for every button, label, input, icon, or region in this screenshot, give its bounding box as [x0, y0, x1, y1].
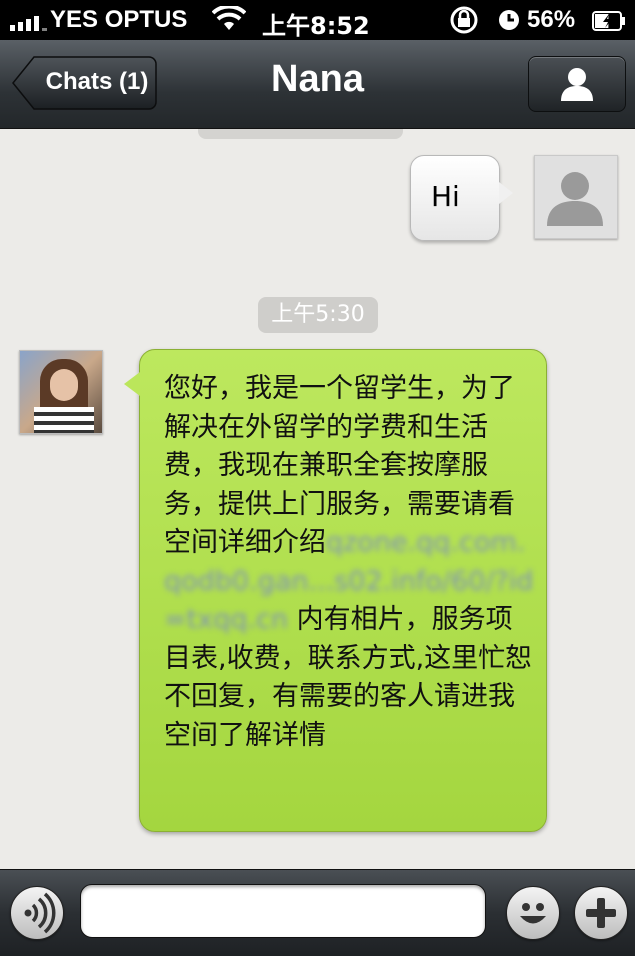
input-bar	[0, 869, 635, 956]
battery-charging-icon	[592, 10, 625, 31]
voice-button[interactable]	[10, 886, 64, 940]
rotation-lock-icon	[448, 6, 480, 41]
battery-percent: 56%	[527, 6, 576, 33]
chat-title: Nana	[271, 58, 364, 100]
status-bar: YES OPTUS 上午8:52 56%	[0, 0, 635, 40]
my-avatar[interactable]	[534, 155, 618, 239]
more-button[interactable]	[574, 886, 628, 940]
wifi-icon	[211, 4, 247, 39]
alarm-icon	[497, 8, 521, 39]
contact-avatar[interactable]	[19, 350, 103, 434]
message-text: 您好，我是一个留学生，为了解决在外留学的学费和生活费，我现在兼职全套按摩服务，提…	[164, 370, 534, 755]
person-icon	[561, 68, 593, 101]
plus-icon	[586, 898, 616, 928]
voice-icon	[24, 892, 56, 934]
chat-area[interactable]: Hi 上午5:30 您好，我是一个留学生，为了解决在外留学的学费和生活费，我现在…	[0, 129, 635, 869]
nav-bar: Chats (1) Nana	[0, 40, 635, 129]
message-text: Hi	[431, 180, 460, 213]
smiley-icon	[520, 903, 546, 924]
emoji-button[interactable]	[506, 886, 560, 940]
back-button[interactable]: Chats (1)	[12, 56, 157, 110]
message-input[interactable]	[80, 884, 486, 938]
previous-timestamp	[198, 129, 403, 139]
profile-button[interactable]	[528, 56, 626, 112]
status-time: 上午8:52	[262, 12, 370, 40]
message-timestamp: 上午5:30	[258, 297, 378, 333]
back-button-label: Chats (1)	[45, 68, 149, 95]
incoming-message-bubble[interactable]: 您好，我是一个留学生，为了解决在外留学的学费和生活费，我现在兼职全套按摩服务，提…	[124, 349, 547, 832]
default-avatar-icon	[547, 172, 603, 226]
carrier-name: YES OPTUS	[50, 6, 188, 33]
outgoing-message-bubble[interactable]: Hi	[410, 155, 513, 241]
